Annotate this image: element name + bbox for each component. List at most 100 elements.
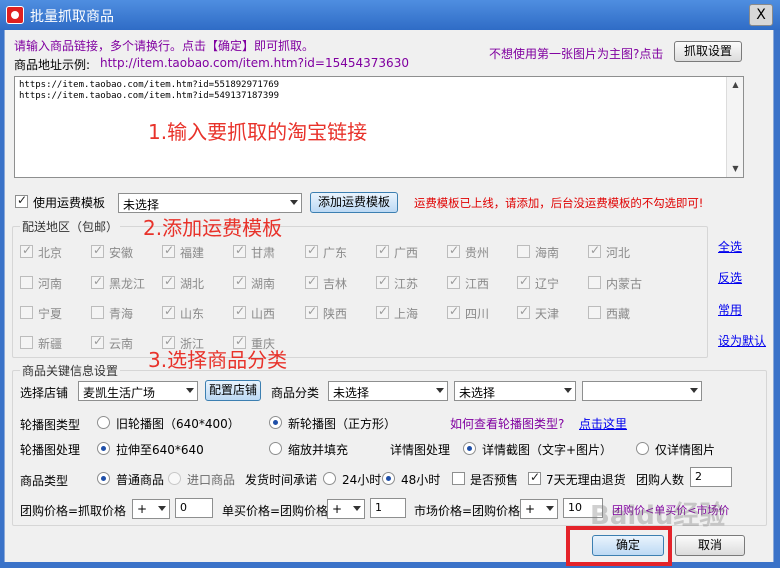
- how-to-check-text: 如何查看轮播图类型?: [450, 417, 565, 431]
- region-label: 云南: [109, 337, 134, 351]
- region-checkbox[interactable]: [588, 306, 601, 319]
- carousel-new-label: 新轮播图（正方形）: [288, 417, 397, 431]
- region-label: 山东: [180, 307, 205, 321]
- set-default-link[interactable]: 设为默认: [718, 332, 766, 349]
- cancel-button[interactable]: 取消: [675, 535, 745, 556]
- ship-24h-radio[interactable]: [323, 472, 336, 485]
- annotation-step2: 2.添加运费模板: [143, 216, 283, 240]
- region-label: 北京: [38, 246, 63, 260]
- group-price-op-select[interactable]: +: [132, 499, 170, 519]
- stretch-label: 拉伸至640*640: [116, 443, 204, 457]
- region-label: 福建: [180, 246, 205, 260]
- group-size-input[interactable]: 2: [690, 467, 732, 487]
- region-checkbox[interactable]: [376, 243, 389, 258]
- category-select-2[interactable]: 未选择: [454, 381, 576, 401]
- chevron-down-icon: [290, 200, 298, 205]
- annotation-step3: 3.选择商品分类: [148, 348, 288, 372]
- shrink-fill-label: 缩放并填充: [288, 443, 349, 457]
- category-select-3[interactable]: [582, 381, 702, 401]
- url-input-scrollbar[interactable]: ▲ ▼: [726, 77, 743, 177]
- chevron-down-icon: [690, 388, 698, 393]
- region-label: 广西: [394, 246, 419, 260]
- region-label: 海南: [535, 246, 560, 260]
- common-regions-link[interactable]: 常用: [718, 301, 742, 318]
- chevron-down-icon: [158, 506, 166, 511]
- region-label: 河南: [38, 277, 63, 291]
- single-price-op: +: [332, 502, 343, 516]
- url-input[interactable]: [14, 76, 744, 178]
- presale-label: 是否预售: [470, 473, 519, 487]
- scroll-up-icon[interactable]: ▲: [727, 77, 744, 93]
- region-checkbox[interactable]: [162, 274, 175, 289]
- region-checkbox[interactable]: [91, 306, 104, 319]
- region-checkbox[interactable]: [447, 304, 460, 319]
- click-here-link[interactable]: 点击这里: [579, 415, 627, 432]
- region-label: 河北: [606, 246, 631, 260]
- region-checkbox[interactable]: [447, 274, 460, 289]
- region-checkbox[interactable]: [588, 243, 601, 258]
- config-store-button[interactable]: 配置店铺: [205, 380, 261, 401]
- normal-product-radio[interactable]: [97, 472, 110, 485]
- select-all-link[interactable]: 全选: [718, 238, 742, 255]
- region-checkbox[interactable]: [20, 306, 33, 319]
- region-checkbox[interactable]: [376, 304, 389, 319]
- region-checkbox[interactable]: [305, 304, 318, 319]
- ship-48h-radio[interactable]: [382, 472, 395, 485]
- ship-24h-label: 24小时: [342, 473, 382, 487]
- use-shipping-template-checkbox[interactable]: [15, 193, 28, 208]
- close-button[interactable]: X: [749, 4, 773, 26]
- stretch-radio[interactable]: [97, 442, 110, 455]
- shipping-template-select[interactable]: 未选择: [118, 193, 302, 213]
- capture-settings-button[interactable]: 抓取设置: [674, 41, 742, 62]
- region-checkbox[interactable]: [91, 334, 104, 349]
- detail-only-radio[interactable]: [636, 442, 649, 455]
- import-product-radio[interactable]: [168, 472, 181, 485]
- key-info-group-title: 商品关键信息设置: [20, 362, 121, 379]
- single-price-input[interactable]: 1: [370, 498, 406, 518]
- app-icon: [6, 6, 24, 24]
- add-shipping-template-button[interactable]: 添加运费模板: [310, 192, 398, 213]
- region-checkbox[interactable]: [162, 243, 175, 258]
- region-checkbox[interactable]: [20, 276, 33, 289]
- store-label: 选择店铺: [20, 386, 69, 400]
- region-checkbox[interactable]: [305, 274, 318, 289]
- region-label: 上海: [394, 307, 419, 321]
- region-checkbox[interactable]: [305, 243, 318, 258]
- return7-checkbox[interactable]: [528, 470, 541, 485]
- region-checkbox[interactable]: [162, 304, 175, 319]
- carousel-old-label: 旧轮播图（640*400）: [116, 417, 240, 431]
- region-checkbox[interactable]: [20, 336, 33, 349]
- region-checkbox[interactable]: [588, 276, 601, 289]
- region-checkbox[interactable]: [517, 274, 530, 289]
- presale-checkbox[interactable]: [452, 472, 465, 485]
- market-price-op-select[interactable]: +: [520, 499, 558, 519]
- normal-product-label: 普通商品: [116, 473, 165, 487]
- store-select[interactable]: 麦凯生活广场: [78, 381, 198, 401]
- title-bar: [0, 0, 780, 30]
- group-price-input[interactable]: 0: [175, 498, 213, 518]
- invert-selection-link[interactable]: 反选: [718, 269, 742, 286]
- chevron-down-icon: [436, 388, 444, 393]
- instruction-text: 请输入商品链接，多个请换行。点击【确定】即可抓取。: [14, 39, 315, 53]
- region-checkbox[interactable]: [517, 245, 530, 258]
- region-checkbox[interactable]: [376, 274, 389, 289]
- detail-screenshot-radio[interactable]: [463, 442, 476, 455]
- region-checkbox[interactable]: [233, 243, 246, 258]
- region-checkbox[interactable]: [233, 274, 246, 289]
- region-checkbox[interactable]: [20, 243, 33, 258]
- category-select-1[interactable]: 未选择: [328, 381, 448, 401]
- carousel-old-radio[interactable]: [97, 416, 110, 429]
- carousel-proc-label: 轮播图处理: [20, 443, 81, 457]
- scroll-down-icon[interactable]: ▼: [727, 161, 744, 177]
- product-type-label: 商品类型: [20, 474, 69, 488]
- region-checkbox[interactable]: [91, 243, 104, 258]
- carousel-new-radio[interactable]: [269, 416, 282, 429]
- main-image-question: 不想使用第一张图片为主图?点击: [489, 47, 664, 61]
- region-checkbox[interactable]: [447, 243, 460, 258]
- single-price-op-select[interactable]: +: [327, 499, 365, 519]
- region-checkbox[interactable]: [233, 304, 246, 319]
- region-checkbox[interactable]: [91, 274, 104, 289]
- chevron-down-icon: [186, 388, 194, 393]
- shrink-fill-radio[interactable]: [269, 442, 282, 455]
- region-checkbox[interactable]: [517, 304, 530, 319]
